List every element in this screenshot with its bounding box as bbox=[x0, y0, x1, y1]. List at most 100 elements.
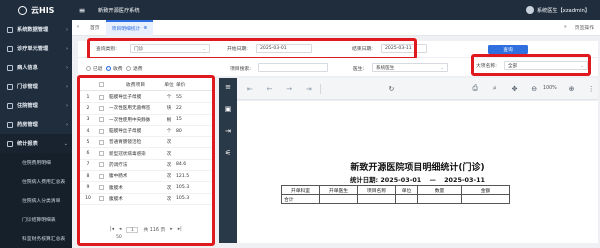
chevron-icon: › bbox=[65, 121, 68, 128]
report-title: 新致开源医院项目明细统计(门诊) bbox=[350, 163, 485, 173]
col-qty: 数量 bbox=[417, 185, 462, 195]
radio-charged[interactable]: 收费 bbox=[106, 65, 123, 72]
col-amount: 金额 bbox=[461, 185, 510, 195]
more-icon[interactable]: ⋮ bbox=[584, 85, 598, 93]
chevron-icon: › bbox=[65, 64, 68, 71]
stethoscope-icon bbox=[7, 45, 13, 52]
app-name: 云HIS bbox=[31, 5, 55, 15]
project-search-label: 项目搜索: bbox=[230, 67, 251, 72]
chevron-icon: › bbox=[65, 45, 68, 52]
search-icon[interactable]: ⌕ bbox=[488, 84, 502, 93]
top-bar: ≡ 新致开源医疗系统 系统医生【xzadmin】 bbox=[72, 0, 600, 20]
refresh-icon[interactable]: ↻ bbox=[385, 85, 399, 93]
query-button[interactable]: 查询 bbox=[488, 45, 528, 54]
radio-label: 退费 bbox=[133, 67, 143, 72]
project-search-input[interactable] bbox=[258, 63, 328, 72]
radio-icon bbox=[126, 66, 131, 71]
zoom-in-icon[interactable]: ⊕ bbox=[565, 85, 579, 93]
chevron-icon: ⌄ bbox=[63, 140, 68, 147]
radio-refund[interactable]: 退费 bbox=[126, 65, 143, 72]
avatar bbox=[525, 6, 534, 14]
report-table: 开单科室 开单医生 项目名称 单位 数量 金额 合计 bbox=[281, 185, 510, 204]
sidebar-subitem[interactable]: 门诊结算明细表 bbox=[0, 210, 72, 229]
menu-icon[interactable]: ≡ bbox=[225, 83, 231, 91]
sidebar-menu: 系统数据管理 › 诊疗单元管理 › 病人信息 › 门诊管理 › 住院管理 › 药房管理 › 统计报表 ⌄ 住… bbox=[0, 20, 72, 248]
print-icon[interactable]: ⎙ bbox=[468, 84, 482, 93]
date-label: 统计日期: bbox=[350, 176, 379, 184]
chevron-icon: › bbox=[65, 83, 68, 90]
zoom-out-icon[interactable]: ⊖ bbox=[527, 85, 541, 93]
sidebar-item[interactable]: 病人信息 › bbox=[0, 58, 72, 77]
sidebar-item-label: 住院管理 bbox=[17, 103, 38, 109]
report-date-range: 统计日期: 2025-03-01 — 2025-03-11 bbox=[237, 175, 598, 184]
sidebar-item[interactable]: 药房管理 › bbox=[0, 115, 72, 134]
tab-project-detail[interactable]: 项目明细统计 ⊗ bbox=[105, 19, 154, 36]
radio-label: 已退 bbox=[93, 67, 103, 72]
save-icon[interactable]: ▣ bbox=[225, 105, 232, 113]
patient-icon bbox=[7, 64, 13, 71]
user-name: 系统医生【xzadmin】 bbox=[536, 7, 590, 14]
sidebar-subitem[interactable]: 住院费用明细 bbox=[0, 153, 72, 172]
sidebar-item[interactable]: 住院管理 › bbox=[0, 96, 72, 115]
prev-page-icon[interactable]: ← bbox=[263, 85, 277, 93]
report-page: 新致开源医院项目明细统计(门诊) 统计日期: 2025-03-01 — 2025… bbox=[237, 101, 598, 243]
sidebar-submenu: 住院费用明细 住院病人费用汇总表 住院病人分类清单 门诊结算明细表 科室财务核算汇总表 bbox=[0, 153, 72, 248]
tab-label: 首页 bbox=[90, 26, 100, 31]
menu-toggle-icon[interactable]: ≡ bbox=[72, 6, 92, 15]
date-separator: — bbox=[429, 176, 436, 184]
total-label: 合计 bbox=[281, 194, 320, 204]
sidebar-subitem[interactable]: 住院病人分类清单 bbox=[0, 191, 72, 210]
report-toolbar: ⇤ ← → ⇥ ↻ ⎙ ⌕ ✥ ⊖ 100% ⊕ ⋮ bbox=[237, 78, 598, 100]
sidebar: 云HIS 系统数据管理 › 诊疗单元管理 › 病人信息 › 门诊管理 › 住院管理 › 药房管理 › 统… bbox=[0, 0, 72, 248]
sidebar-item-label: 诊疗单元管理 bbox=[17, 46, 49, 52]
database-icon bbox=[7, 26, 13, 33]
next-page-icon[interactable]: → bbox=[282, 85, 296, 93]
last-page-icon[interactable]: ⇥ bbox=[302, 85, 316, 93]
zoom-level[interactable]: 100% bbox=[543, 86, 557, 91]
sidebar-item[interactable]: 门诊管理 › bbox=[0, 77, 72, 96]
tab-close-icon[interactable]: ⊗ bbox=[143, 26, 147, 31]
tab-scroll-right-icon[interactable]: » bbox=[564, 25, 567, 30]
sidebar-item-label: 统计报表 bbox=[17, 141, 38, 147]
report-icon bbox=[7, 140, 13, 147]
date-start: 2025-03-01 bbox=[380, 176, 422, 184]
tab-scroll-left-icon[interactable]: « bbox=[72, 25, 84, 30]
tab-actions-button[interactable]: 页签操作 bbox=[575, 24, 594, 31]
col-dept: 开单科室 bbox=[281, 185, 320, 195]
chevron-down-icon: ⌄ bbox=[440, 65, 444, 70]
chevron-icon: › bbox=[65, 102, 68, 109]
sidebar-subitem[interactable]: 科室财务核算汇总表 bbox=[0, 229, 72, 248]
system-title: 新致开源医疗系统 bbox=[98, 7, 140, 14]
settings-icon[interactable]: ⚟ bbox=[225, 149, 231, 157]
highlight-box-grid bbox=[77, 75, 215, 246]
report-side-toolbar: ≡ ▣ ⇥ ⚟ bbox=[219, 78, 237, 243]
sidebar-item-label: 系统数据管理 bbox=[17, 27, 49, 33]
hospital-bed-icon bbox=[7, 102, 13, 109]
sidebar-item[interactable]: 系统数据管理 › bbox=[0, 20, 72, 39]
first-page-icon[interactable]: ⇤ bbox=[243, 85, 257, 93]
user-menu[interactable]: 系统医生【xzadmin】 bbox=[525, 6, 590, 14]
col-doctor: 开单医生 bbox=[319, 185, 358, 195]
tab-label: 项目明细统计 bbox=[111, 27, 141, 32]
logo-icon bbox=[18, 5, 27, 15]
radio-returned[interactable]: 已退 bbox=[86, 65, 103, 72]
doctor-value: 系统医生 bbox=[376, 65, 395, 71]
tab-bar: « 首页 项目明细统计 ⊗ » 页签操作 bbox=[72, 19, 600, 36]
date-end: 2025-03-11 bbox=[444, 176, 485, 184]
chevron-icon: › bbox=[65, 26, 68, 33]
report-header-row: 开单科室 开单医生 项目名称 单位 数量 金额 bbox=[281, 185, 510, 195]
doctor-select[interactable]: 系统医生 ⌄ bbox=[372, 63, 448, 72]
sidebar-subitem[interactable]: 住院病人费用汇总表 bbox=[0, 172, 72, 191]
tab-home[interactable]: 首页 bbox=[84, 20, 106, 36]
sidebar-item[interactable]: 诊疗单元管理 › bbox=[0, 39, 72, 58]
sidebar-item-label: 门诊管理 bbox=[17, 84, 38, 90]
app-logo[interactable]: 云HIS bbox=[0, 0, 72, 20]
export-icon[interactable]: ⇥ bbox=[225, 127, 231, 135]
sidebar-item-label: 药房管理 bbox=[17, 122, 38, 128]
pharmacy-icon bbox=[7, 121, 13, 128]
sidebar-item-label: 病人信息 bbox=[17, 65, 38, 71]
radio-checked-icon bbox=[106, 66, 111, 71]
col-item: 项目名称 bbox=[357, 185, 396, 195]
sidebar-item[interactable]: 统计报表 ⌄ bbox=[0, 134, 72, 153]
pan-icon[interactable]: ✥ bbox=[508, 85, 522, 93]
